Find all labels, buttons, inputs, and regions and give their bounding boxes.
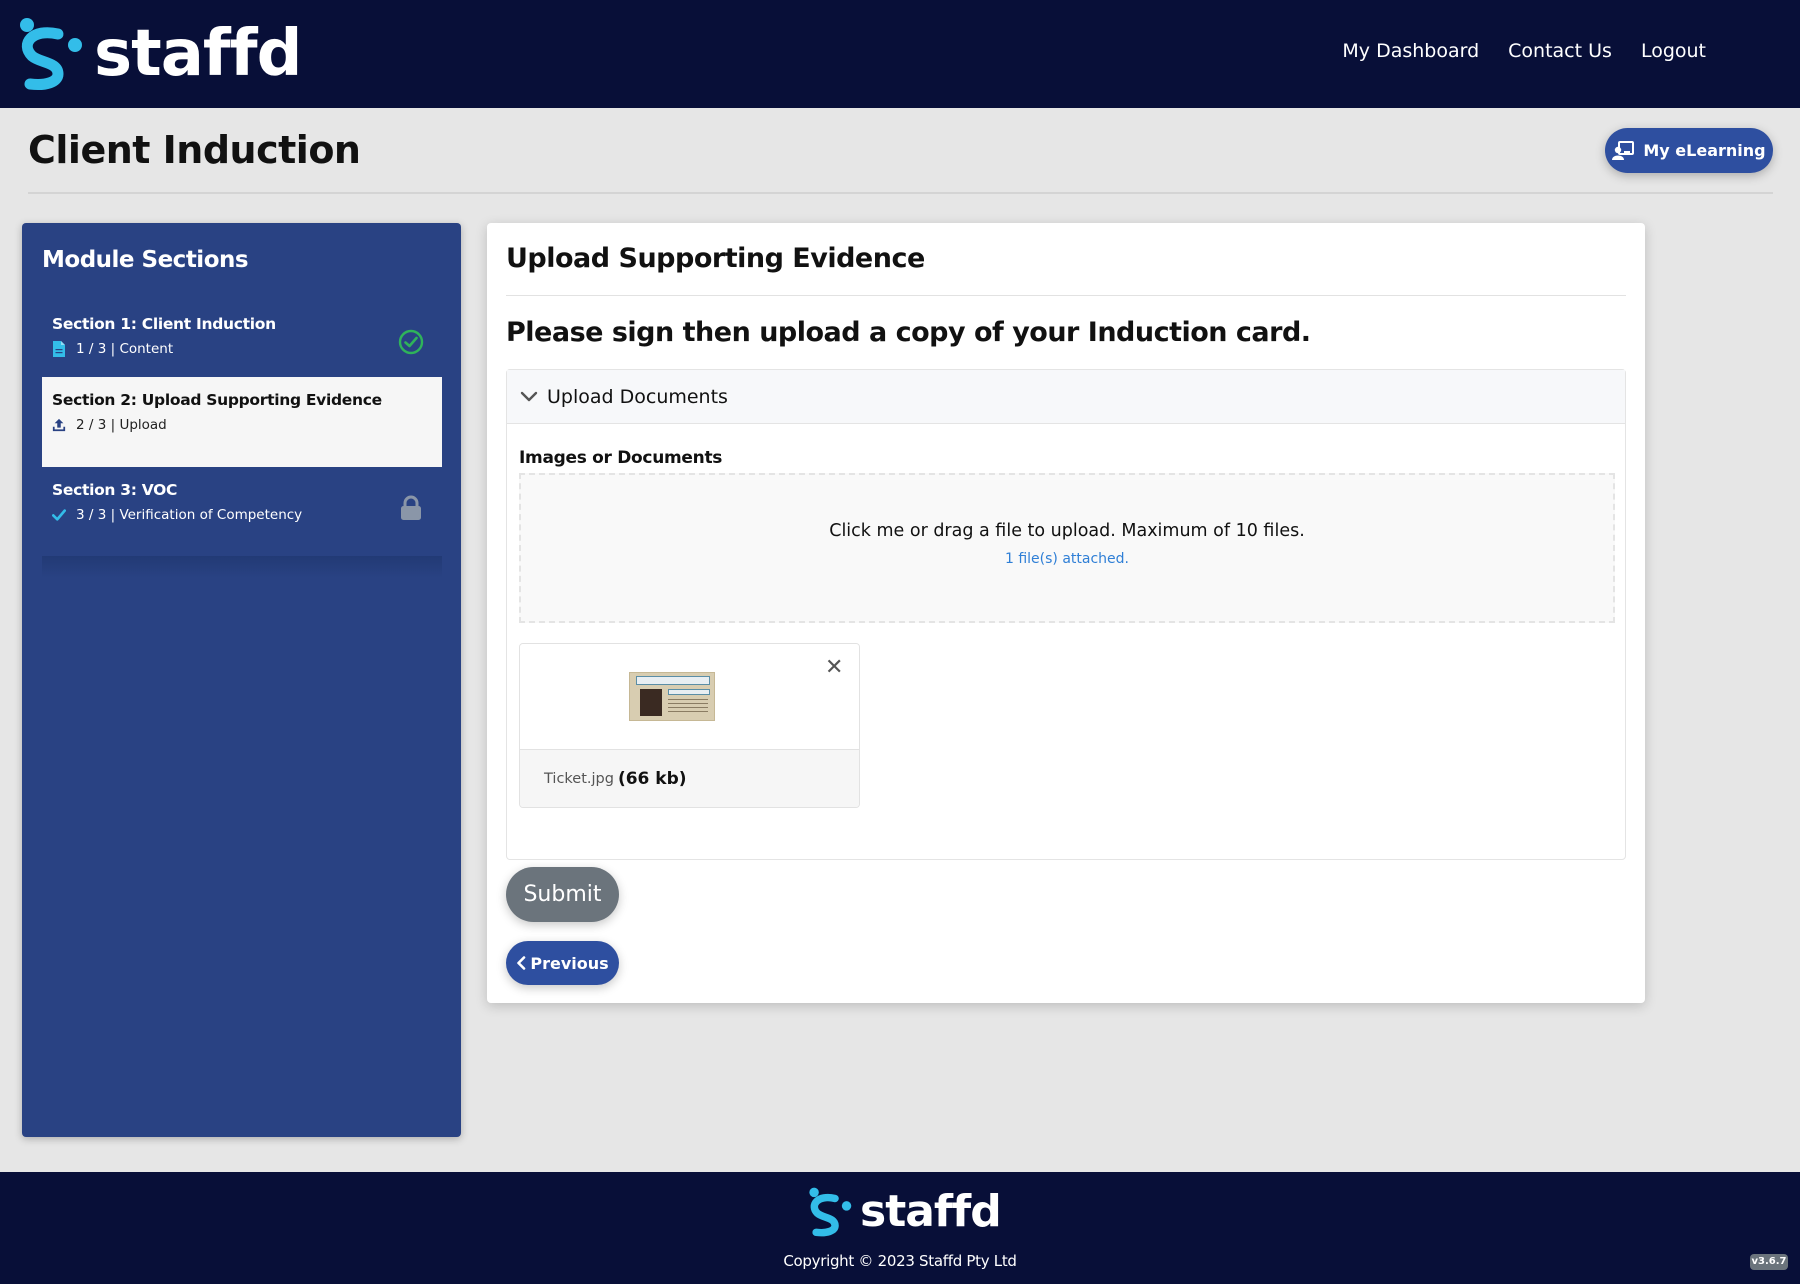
footer: staffd Copyright © 2023 Staffd Pty Ltd <box>0 1172 1800 1284</box>
section-meta: 2 / 3 | Upload <box>76 417 167 433</box>
section-meta: 3 / 3 | Verification of Competency <box>76 507 303 523</box>
logo-text: staffd <box>94 17 302 91</box>
card-divider <box>506 295 1626 296</box>
nav-contact-us[interactable]: Contact Us <box>1508 40 1612 62</box>
top-navbar: staffd My Dashboard Contact Us Logout <box>0 0 1800 108</box>
lock-icon <box>401 495 421 520</box>
check-icon <box>52 509 66 521</box>
file-info: Ticket.jpg (66 kb) <box>520 750 859 807</box>
chevron-down-icon <box>520 391 538 401</box>
attached-count: 1 file(s) attached. <box>1004 551 1129 567</box>
my-elearning-button[interactable]: My eLearning <box>1605 128 1773 173</box>
logo-text: staffd <box>860 1186 1002 1237</box>
upload-icon <box>52 418 66 432</box>
previous-button[interactable]: Previous <box>506 941 619 985</box>
sidebar-item-section-3[interactable]: Section 3: VOC 3 / 3 | Verification of C… <box>42 467 442 557</box>
version-badge: v3.6.7 <box>1750 1254 1788 1270</box>
instruction-text: Please sign then upload a copy of your I… <box>506 317 1311 348</box>
previous-label: Previous <box>530 953 609 973</box>
file-dropzone[interactable]: Click me or drag a file to upload. Maxim… <box>519 473 1615 623</box>
file-preview: ✕ <box>520 644 859 750</box>
copyright-text: Copyright © 2023 Staffd Pty Ltd <box>783 1252 1017 1270</box>
page-title: Client Induction <box>28 128 361 172</box>
file-name: Ticket.jpg <box>544 771 614 787</box>
staffd-logo[interactable]: staffd <box>18 16 302 92</box>
my-elearning-label: My eLearning <box>1643 141 1766 160</box>
field-label: Images or Documents <box>519 448 723 468</box>
upload-evidence-card: Upload Supporting Evidence Please sign t… <box>487 223 1645 1003</box>
upload-documents-accordion: Upload Documents Images or Documents Cli… <box>506 369 1626 860</box>
nav-logout[interactable]: Logout <box>1641 40 1706 62</box>
card-title: Upload Supporting Evidence <box>506 243 925 274</box>
accordion-header[interactable]: Upload Documents <box>507 370 1625 424</box>
section-title: Section 3: VOC <box>52 481 178 499</box>
main-nav: My Dashboard Contact Us Logout <box>1342 40 1706 62</box>
chevron-left-icon <box>517 956 526 970</box>
section-meta: 1 / 3 | Content <box>76 341 174 357</box>
file-thumbnail-image[interactable] <box>629 672 715 721</box>
check-circle-icon <box>398 329 424 355</box>
file-icon <box>53 341 65 357</box>
chalkboard-teacher-icon <box>1612 140 1635 160</box>
sidebar-list-end <box>42 556 442 578</box>
file-size: (66 kb) <box>617 769 687 789</box>
section-title: Section 1: Client Induction <box>52 315 276 333</box>
section-title: Section 2: Upload Supporting Evidence <box>52 391 382 409</box>
attached-file-card: ✕ Ticket.jpg (66 kb) <box>519 643 860 808</box>
staffd-logo-mark-icon <box>20 18 82 90</box>
sidebar-item-section-2[interactable]: Section 2: Upload Supporting Evidence 2 … <box>42 377 442 467</box>
staffd-logo-mark-icon <box>809 1187 852 1237</box>
accordion-header-label: Upload Documents <box>547 385 728 408</box>
module-sections-sidebar: Module Sections Section 1: Client Induct… <box>22 223 461 1137</box>
submit-button[interactable]: Submit <box>506 867 619 922</box>
close-icon[interactable]: ✕ <box>825 657 843 679</box>
sidebar-heading: Module Sections <box>42 247 249 273</box>
nav-my-dashboard[interactable]: My Dashboard <box>1342 40 1479 62</box>
dropzone-text: Click me or drag a file to upload. Maxim… <box>829 521 1305 541</box>
title-divider <box>28 192 1773 194</box>
footer-logo: staffd <box>808 1186 1002 1238</box>
